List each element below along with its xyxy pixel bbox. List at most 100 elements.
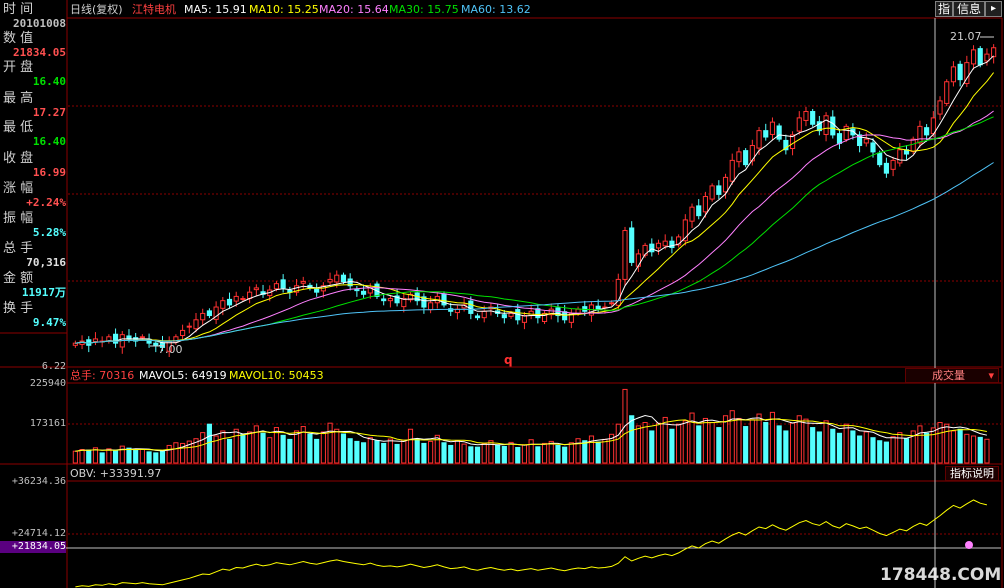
candle-body <box>521 315 528 323</box>
candle-body <box>240 298 246 301</box>
volume-bar <box>247 431 253 464</box>
info-change-value: +2.24% <box>26 196 66 209</box>
volume-bar <box>629 415 635 464</box>
volume-bar <box>903 438 910 464</box>
ma30-label: MA30: 15.75 <box>389 3 459 16</box>
volume-bar <box>823 420 829 464</box>
candle-body <box>830 116 836 136</box>
candle-body <box>937 100 943 115</box>
indicator-button[interactable]: 指 <box>935 1 953 17</box>
volume-bar <box>280 434 286 464</box>
candle-body <box>226 298 233 306</box>
candle-body <box>360 290 367 295</box>
volume-bar <box>970 435 977 464</box>
volume-bar <box>233 428 239 464</box>
volume-bar <box>307 433 313 464</box>
volume-bar <box>166 444 172 464</box>
volume-bar <box>454 440 460 464</box>
volume-bar <box>367 437 373 464</box>
indicator-dropdown-label: 成交量 <box>932 369 965 382</box>
candle-body <box>334 274 340 283</box>
volume-bar <box>200 432 206 464</box>
volume-bar <box>334 428 340 464</box>
info-low-value: 16.40 <box>32 135 66 148</box>
scroll-arrow-icon[interactable]: ▸ <box>985 1 1002 17</box>
volume-bar <box>803 418 809 464</box>
indicator-help-button[interactable]: 指标说明 <box>945 466 999 481</box>
volume-bar <box>776 425 782 464</box>
info-time-label: 时 间 <box>3 2 34 17</box>
volume-bar <box>984 438 990 464</box>
volume-bar <box>897 432 903 464</box>
candle-body <box>810 111 816 125</box>
volume-bar <box>870 437 876 464</box>
volume-bar <box>515 446 521 464</box>
candle-body <box>776 125 782 140</box>
volume-bar <box>112 450 119 464</box>
volume-bar <box>642 422 648 464</box>
volume-bar <box>582 440 588 464</box>
volume-bar <box>917 425 923 464</box>
ma20-line <box>75 110 994 344</box>
info-time: 时 间 20101008 <box>3 2 66 31</box>
candle-body <box>173 336 179 343</box>
info-volume: 总 手 70,316 <box>3 241 66 270</box>
info-turnover: 换 手 9.47% <box>3 301 66 330</box>
volume-bar <box>381 442 387 464</box>
volume-bar <box>461 443 467 464</box>
volume-bar <box>146 451 152 464</box>
info-high-label: 最 高 <box>3 91 34 106</box>
candle-body <box>984 53 990 62</box>
info-low-label: 最 低 <box>3 120 34 135</box>
info-value-label: 数 值 <box>3 31 34 46</box>
volume-total-label: 总手: 70316 <box>70 369 135 382</box>
volume-bar <box>340 433 347 464</box>
candle-body <box>736 151 742 163</box>
info-open: 开 盘 16.40 <box>3 60 66 89</box>
volume-bar <box>521 444 528 464</box>
info-volume-value: 70,316 <box>26 256 66 269</box>
volume-bar <box>830 428 836 464</box>
price-axis-low: 6.22 <box>41 361 66 372</box>
info-close-value: 16.99 <box>32 166 66 179</box>
volume-bar <box>428 440 434 464</box>
volume-bar <box>850 430 856 464</box>
volume-bar <box>635 425 641 464</box>
candle-body <box>696 205 702 217</box>
candle-body <box>863 138 869 144</box>
info-button[interactable]: 信息 <box>953 1 985 17</box>
candle-body <box>702 196 709 213</box>
volume-bar <box>139 448 145 464</box>
volume-bar <box>448 444 454 464</box>
candle-body <box>481 310 487 319</box>
candle-body <box>944 81 950 104</box>
candle-body <box>508 312 514 317</box>
ma20-label: MA20: 15.64 <box>319 3 389 16</box>
volume-bar <box>602 438 608 464</box>
volume-bar <box>206 423 212 464</box>
volume-bar <box>749 419 755 464</box>
candle-body <box>233 295 239 302</box>
candle-body <box>595 305 601 310</box>
info-change-label: 涨 幅 <box>3 181 34 196</box>
indicator-dropdown[interactable]: 成交量 ▾ <box>905 368 999 383</box>
volume-bar <box>535 446 541 464</box>
mavol10-label: MAVOL10: 50453 <box>229 369 324 382</box>
volume-bar <box>595 441 601 464</box>
volume-bar <box>669 428 675 464</box>
info-change: 涨 幅 +2.24% <box>3 181 66 210</box>
candle-body <box>950 66 957 83</box>
volume-bar <box>789 422 796 464</box>
info-amount: 金 额 11917万 <box>3 271 66 300</box>
candle-body <box>655 242 662 249</box>
volume-bar <box>501 445 507 464</box>
candle-body <box>689 206 695 222</box>
candle-body <box>970 49 977 65</box>
volume-bar <box>347 438 353 464</box>
candle-body <box>300 281 306 284</box>
volume-bar <box>495 444 501 464</box>
candle-body <box>354 289 360 292</box>
volume-bar <box>796 415 802 464</box>
candle-body <box>823 115 829 135</box>
candle-body <box>870 142 876 153</box>
